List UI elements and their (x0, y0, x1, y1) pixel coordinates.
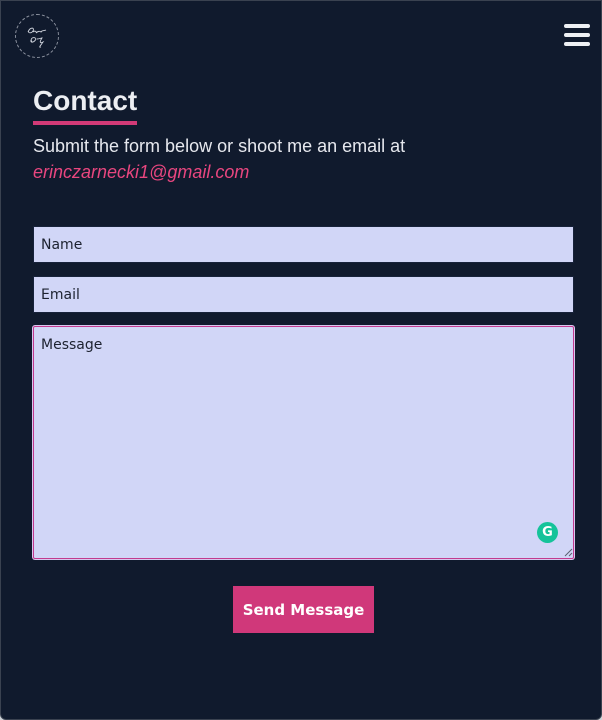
name-input[interactable] (33, 226, 574, 263)
menu-bar (564, 24, 590, 28)
grammarly-icon[interactable]: G (537, 522, 558, 543)
page-title: Contact (33, 84, 138, 125)
page-frame: Contact Submit the form below or shoot m… (0, 0, 602, 720)
intro-text: Submit the form below or shoot me an ema… (33, 136, 406, 156)
grammarly-glyph: G (542, 525, 553, 540)
menu-bar (564, 42, 590, 46)
hamburger-menu-icon[interactable] (564, 24, 590, 48)
contact-intro: Submit the form below or shoot me an ema… (33, 133, 573, 185)
menu-bar (564, 33, 590, 37)
email-input[interactable] (33, 276, 574, 313)
signature-logo-icon[interactable] (15, 14, 59, 58)
resize-handle-icon[interactable] (563, 547, 573, 557)
send-message-button[interactable]: Send Message (233, 586, 374, 633)
email-link[interactable]: erinczarnecki1@gmail.com (33, 159, 573, 185)
logo-signature (27, 27, 47, 48)
message-textarea[interactable] (33, 326, 574, 559)
